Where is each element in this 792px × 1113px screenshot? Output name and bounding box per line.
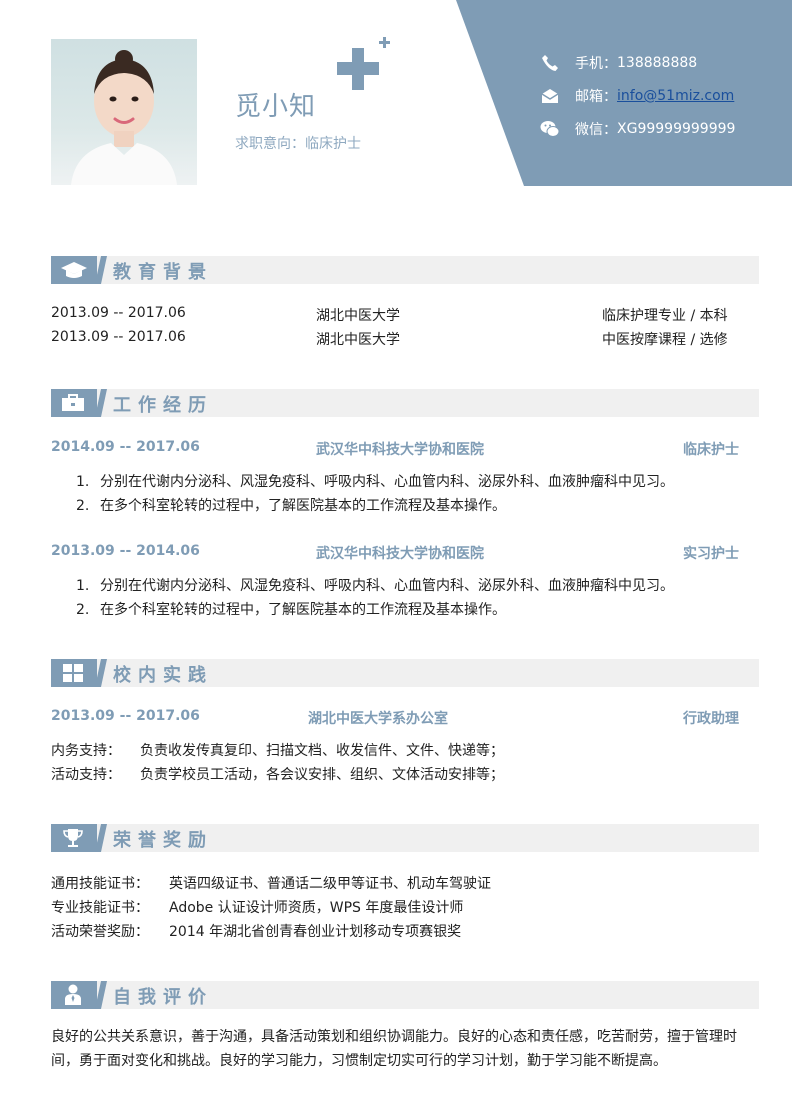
campus-org: 湖北中医大学系办公室 — [308, 711, 448, 727]
job-2-role: 实习护士 — [683, 546, 739, 562]
edu-date-1: 2013.09 -- 2017.06 — [51, 305, 186, 321]
campus-role: 行政助理 — [683, 711, 739, 727]
self-evaluation-text: 良好的公共关系意识，善于沟通，具备活动策划和组织协调能力。良好的心态和责任感，吃… — [51, 1029, 737, 1069]
profile-photo — [51, 39, 197, 185]
contact-phone: 手机： 138888888 — [540, 51, 697, 75]
campus-row-2-text: 负责学校员工活动，各会议安排、组织、文体活动安排等； — [140, 767, 504, 783]
edu-major-1: 临床护理专业 / 本科 — [602, 308, 728, 324]
campus-row-2-label: 活动支持： — [51, 767, 121, 783]
honor-row-2-text: Adobe 认证设计师资质，WPS 年度最佳设计师 — [169, 900, 464, 916]
section-education-header: 教育背景 — [51, 256, 759, 284]
job-1-org: 武汉华中科技大学协和医院 — [316, 442, 484, 458]
graduation-cap-icon — [60, 260, 88, 284]
contact-email: 邮箱： info@51miz.com — [540, 84, 734, 108]
job-2-item-1: 1. 分别在代谢内分泌科、风湿免疫科、呼吸内科、心血管内科、泌尿外科、血液肿瘤科中… — [76, 578, 674, 594]
person-icon — [64, 984, 82, 1010]
briefcase-icon — [61, 394, 85, 416]
email-label: 邮箱： — [575, 89, 617, 105]
honor-row-3-text: 2014 年湖北省创青春创业计划移动专项赛银奖 — [169, 924, 462, 940]
section-self-header: 自我评价 — [51, 981, 759, 1009]
job-2-date: 2013.09 -- 2014.06 — [51, 543, 200, 559]
section-honors-header: 荣誉奖励 — [51, 824, 759, 852]
section-campus-header: 校内实践 — [51, 659, 759, 687]
edu-school-2: 湖北中医大学 — [316, 332, 400, 348]
edu-date-2: 2013.09 -- 2017.06 — [51, 329, 186, 345]
phone-value: 138888888 — [617, 55, 698, 71]
windows-icon — [63, 664, 83, 686]
campus-row-1-label: 内务支持： — [51, 743, 121, 759]
honor-row-1-text: 英语四级证书、普通话二级甲等证书、机动车驾驶证 — [169, 876, 491, 892]
email-link[interactable]: info@51miz.com — [617, 88, 734, 104]
mail-icon — [540, 86, 560, 106]
job-1-date: 2014.09 -- 2017.06 — [51, 439, 200, 455]
wechat-value: XG99999999999 — [617, 121, 736, 137]
section-self-title: 自我评价 — [113, 987, 213, 1008]
edu-school-1: 湖北中医大学 — [316, 308, 400, 324]
candidate-name: 觅小知 — [235, 92, 317, 122]
section-work-header: 工作经历 — [51, 389, 759, 417]
honor-row-1-label: 通用技能证书： — [51, 876, 149, 892]
job-1-role: 临床护士 — [683, 442, 739, 458]
campus-date: 2013.09 -- 2017.06 — [51, 708, 200, 724]
section-work-title: 工作经历 — [113, 395, 213, 416]
section-education-title: 教育背景 — [113, 262, 213, 283]
job-2-org: 武汉华中科技大学协和医院 — [316, 546, 484, 562]
job-2-item-2: 2. 在多个科室轮转的过程中，了解医院基本的工作流程及基本操作。 — [76, 602, 506, 618]
trophy-icon — [62, 828, 84, 852]
wechat-label: 微信： — [575, 122, 617, 138]
job-1-item-2: 2. 在多个科室轮转的过程中，了解医院基本的工作流程及基本操作。 — [76, 498, 506, 514]
campus-row-1-text: 负责收发传真复印、扫描文档、收发信件、文件、快递等； — [140, 743, 504, 759]
job-1-item-1: 1. 分别在代谢内分泌科、风湿免疫科、呼吸内科、心血管内科、泌尿外科、血液肿瘤科中… — [76, 474, 674, 490]
edu-major-2: 中医按摩课程 / 选修 — [602, 332, 728, 348]
honor-row-2-label: 专业技能证书： — [51, 900, 149, 916]
section-campus-title: 校内实践 — [113, 665, 213, 686]
section-honors-title: 荣誉奖励 — [113, 830, 213, 851]
contact-wechat: 微信： XG99999999999 — [540, 117, 735, 141]
phone-icon — [540, 53, 560, 73]
honor-row-3-label: 活动荣誉奖励： — [51, 924, 149, 940]
phone-label: 手机： — [575, 56, 617, 72]
wechat-icon — [540, 119, 560, 139]
job-intent: 求职意向：临床护士 — [235, 136, 361, 152]
medical-cross-icon — [337, 37, 390, 90]
